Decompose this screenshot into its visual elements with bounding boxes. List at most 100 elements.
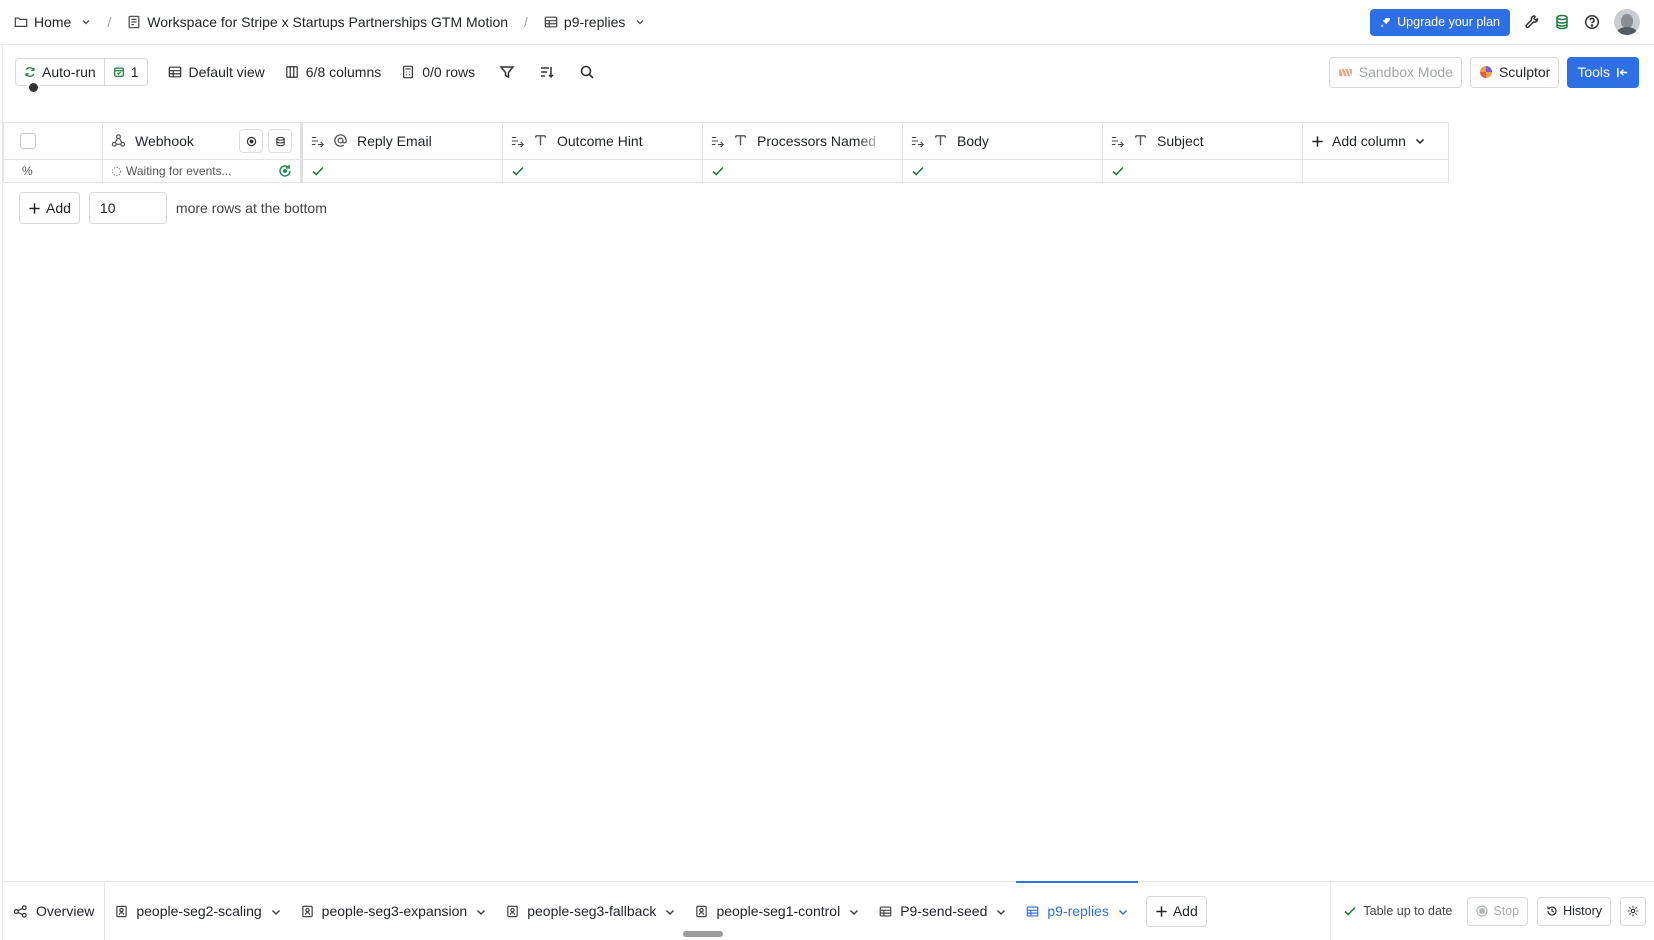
breadcrumb-home[interactable]: Home	[34, 14, 71, 30]
column-header-reply-email[interactable]: Reply Email	[303, 123, 503, 159]
chevron-down-icon[interactable]	[270, 906, 281, 917]
settings-button[interactable]	[1620, 896, 1646, 926]
history-button[interactable]: History	[1537, 896, 1611, 926]
column-label: Subject	[1157, 133, 1204, 149]
breadcrumb-table[interactable]: p9-replies	[564, 14, 625, 30]
contact-icon	[506, 905, 519, 918]
table-cell[interactable]	[903, 160, 1103, 182]
column-label: Webhook	[135, 133, 194, 149]
stop-button[interactable]: Stop	[1467, 896, 1529, 926]
help-icon[interactable]	[1584, 14, 1600, 30]
chevron-down-icon[interactable]	[995, 906, 1006, 917]
chevron-down-icon[interactable]	[1117, 906, 1128, 917]
columns-label: 6/8 columns	[305, 64, 382, 80]
tab-p9-replies[interactable]: p9-replies	[1016, 881, 1139, 940]
default-view-label: Default view	[188, 64, 265, 80]
target-icon	[246, 136, 256, 146]
overview-button[interactable]: Overview	[3, 882, 106, 940]
filter-icon[interactable]	[499, 64, 515, 80]
column-header-processors-named[interactable]: Processors Named	[703, 123, 903, 159]
top-right-controls: Upgrade your plan	[1370, 8, 1640, 36]
sort-icon[interactable]	[539, 64, 555, 80]
table-icon	[544, 15, 558, 29]
webhook-database-button[interactable]	[268, 129, 292, 153]
chevron-down-icon[interactable]	[635, 17, 645, 27]
tab-p9-send-seed[interactable]: P9-send-seed	[869, 882, 1016, 940]
check-icon	[311, 164, 325, 178]
gear-icon	[1627, 905, 1639, 917]
chevron-down-icon[interactable]	[848, 906, 859, 917]
calculator-icon	[401, 65, 415, 79]
add-column-button[interactable]: Add column	[1303, 123, 1449, 159]
history-icon	[1546, 905, 1558, 917]
toolbar-right: Sandbox Mode Sculptor Tools	[1328, 56, 1639, 88]
table-cell[interactable]	[703, 160, 903, 182]
select-all-cell	[3, 123, 103, 159]
check-icon	[711, 164, 725, 178]
tab-label: p9-replies	[1047, 903, 1109, 919]
at-icon	[333, 133, 349, 149]
text-icon	[533, 133, 549, 149]
add-rows-control: Add more rows at the bottom	[19, 192, 327, 224]
refresh-icon[interactable]	[278, 164, 292, 178]
sculptor-button[interactable]: Sculptor	[1469, 56, 1560, 88]
check-icon	[1343, 904, 1357, 918]
sandbox-icon	[1338, 67, 1353, 78]
columns-icon	[285, 65, 299, 79]
add-rows-button[interactable]: Add	[19, 192, 80, 224]
database-icon[interactable]	[1554, 14, 1570, 30]
tab-label: people-seg1-control	[716, 903, 841, 919]
rows-label: 0/0 rows	[422, 64, 476, 80]
text-icon	[933, 133, 949, 149]
webhook-run-button[interactable]	[239, 129, 263, 153]
table-cell[interactable]	[303, 160, 503, 182]
webhook-cell[interactable]: Waiting for events...	[103, 160, 303, 182]
upgrade-plan-button[interactable]: Upgrade your plan	[1370, 8, 1510, 36]
autorun-count-button[interactable]: 1	[105, 59, 147, 85]
tools-button[interactable]: Tools	[1567, 56, 1639, 88]
wrench-icon[interactable]	[1524, 14, 1540, 30]
folder-icon	[14, 15, 28, 29]
column-header-body[interactable]: Body	[903, 123, 1103, 159]
column-header-subject[interactable]: Subject	[1103, 123, 1303, 159]
contact-icon	[115, 905, 128, 918]
horizontal-scrollbar[interactable]	[683, 931, 723, 937]
autorun-label: Auto-run	[42, 64, 96, 80]
tab-label: P9-send-seed	[900, 903, 988, 919]
autorun-group: Auto-run 1	[15, 58, 148, 94]
columns-button[interactable]: 6/8 columns	[285, 64, 381, 80]
table-cell[interactable]	[1103, 160, 1303, 182]
chevron-down-icon[interactable]	[81, 17, 91, 27]
select-all-checkbox[interactable]	[20, 133, 36, 149]
avatar[interactable]	[1614, 9, 1640, 35]
data-table: Webhook Reply Email Outcome Hint Process…	[3, 122, 1449, 183]
webhook-status: Waiting for events...	[126, 164, 232, 178]
calendar-icon	[113, 66, 125, 78]
table-icon	[168, 65, 182, 79]
search-icon[interactable]	[579, 64, 595, 80]
breadcrumb-workspace[interactable]: Workspace for Stripe x Startups Partners…	[147, 14, 508, 30]
rows-button[interactable]: 0/0 rows	[401, 64, 475, 80]
chevron-down-icon[interactable]	[664, 906, 675, 917]
rocket-icon	[1380, 17, 1391, 28]
plus-icon	[28, 202, 41, 215]
add-tab-button[interactable]: Add	[1145, 895, 1207, 927]
chevron-down-icon[interactable]	[475, 906, 486, 917]
add-rows-label: Add	[46, 200, 71, 216]
column-header-webhook[interactable]: Webhook	[103, 123, 303, 159]
tab-people-seg3-expansion[interactable]: people-seg3-expansion	[291, 882, 497, 940]
default-view-button[interactable]: Default view	[168, 64, 265, 80]
share-nodes-icon	[13, 904, 28, 919]
row-count-input[interactable]	[88, 192, 167, 224]
column-label: Outcome Hint	[557, 133, 643, 149]
column-header-outcome-hint[interactable]: Outcome Hint	[503, 123, 703, 159]
contact-icon	[301, 905, 314, 918]
toolbar: Auto-run 1 Default view 6/8 columns 0/0 …	[0, 46, 1654, 98]
sandbox-mode-button[interactable]: Sandbox Mode	[1328, 56, 1462, 88]
table-icon	[1026, 905, 1039, 918]
tab-people-seg2-scaling[interactable]: people-seg2-scaling	[105, 882, 290, 940]
top-bar: Home / Workspace for Stripe x Startups P…	[0, 0, 1654, 45]
table-row: % Waiting for events...	[3, 160, 1449, 183]
table-cell[interactable]	[503, 160, 703, 182]
tab-people-seg3-fallback[interactable]: people-seg3-fallback	[496, 882, 685, 940]
